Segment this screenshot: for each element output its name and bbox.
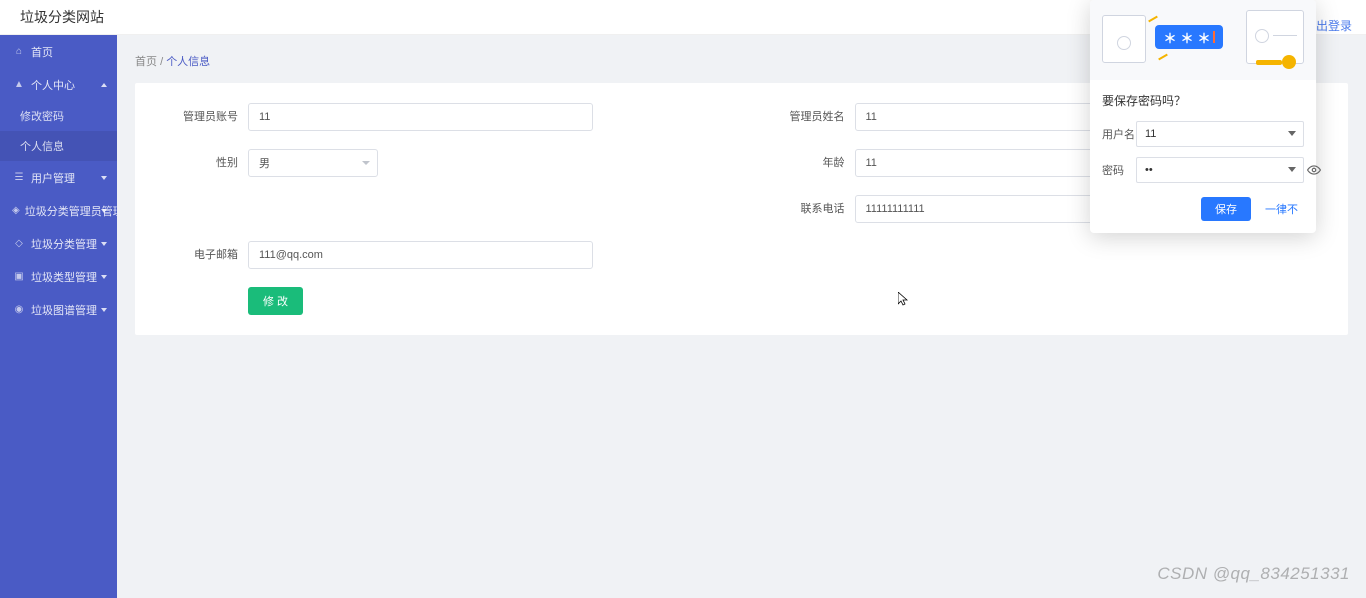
- sidebar-item-user-mgmt[interactable]: ☰ 用户管理: [0, 161, 117, 194]
- admin-account-label: 管理员账号: [135, 103, 248, 125]
- sidebar-item-type-mgmt[interactable]: ▣ 垃圾类型管理: [0, 260, 117, 293]
- admin-icon: ◈: [12, 205, 20, 216]
- password-pill: ＊＊＊: [1155, 25, 1223, 49]
- pw-pwd-input[interactable]: [1136, 157, 1304, 183]
- breadcrumb-sep: /: [160, 56, 163, 68]
- watermark: CSDN @qq_834251331: [1157, 564, 1350, 584]
- chevron-down-icon[interactable]: [1288, 131, 1296, 136]
- password-save-popup: ＊＊＊ 要保存密码吗？ 用户名 密码 保存 一律不: [1090, 0, 1316, 233]
- sidebar-item-label: 垃圾类型管理: [31, 269, 97, 285]
- logout-link[interactable]: 出登录: [1316, 17, 1352, 34]
- sidebar-item-admin-mgmt[interactable]: ◈ 垃圾分类管理员管理: [0, 194, 117, 227]
- pw-save-button[interactable]: 保存: [1201, 197, 1251, 221]
- sidebar-item-img-mgmt[interactable]: ◉ 垃圾图谱管理: [0, 293, 117, 326]
- sidebar-sub-personal-info[interactable]: 个人信息: [0, 131, 117, 161]
- sidebar-item-personal[interactable]: ▲ 个人中心: [0, 68, 117, 101]
- key-icon: [1256, 52, 1296, 70]
- admin-name-label: 管理员姓名: [742, 103, 855, 125]
- submit-button[interactable]: 修 改: [248, 287, 303, 315]
- sidebar-item-label: 垃圾图谱管理: [31, 302, 97, 318]
- breadcrumb-home[interactable]: 首页: [135, 56, 157, 68]
- breadcrumb-current: 个人信息: [166, 56, 210, 68]
- sidebar-item-label: 个人中心: [31, 77, 75, 93]
- category-icon: ◇: [12, 238, 26, 249]
- user-icon: ▲: [12, 79, 26, 90]
- sidebar-item-label: 首页: [31, 44, 53, 60]
- pw-never-button[interactable]: 一律不: [1259, 197, 1304, 221]
- email-label: 电子邮箱: [135, 241, 248, 263]
- eye-icon[interactable]: [1306, 162, 1322, 178]
- users-icon: ☰: [12, 172, 26, 183]
- sidebar-item-label: 垃圾分类管理员管理: [25, 203, 117, 219]
- gender-select[interactable]: [248, 149, 378, 177]
- age-label: 年龄: [742, 149, 855, 171]
- pw-pwd-label: 密码: [1102, 162, 1136, 178]
- sidebar: ⌂ 首页 ▲ 个人中心 修改密码 个人信息 ☰ 用户管理 ◈ 垃圾分类管理员管理…: [0, 35, 117, 598]
- sidebar-item-label: 用户管理: [31, 170, 75, 186]
- image-icon: ◉: [12, 304, 26, 315]
- pw-user-input[interactable]: [1136, 121, 1304, 147]
- sidebar-item-label: 垃圾分类管理: [31, 236, 97, 252]
- phone-label: 联系电话: [742, 195, 855, 217]
- email-input[interactable]: [248, 241, 593, 269]
- home-icon: ⌂: [12, 46, 26, 57]
- sidebar-item-cat-mgmt[interactable]: ◇ 垃圾分类管理: [0, 227, 117, 260]
- sidebar-sub-change-pwd[interactable]: 修改密码: [0, 101, 117, 131]
- app-title: 垃圾分类网站: [20, 7, 104, 27]
- admin-account-input[interactable]: [248, 103, 593, 131]
- type-icon: ▣: [12, 271, 26, 282]
- gender-label: 性别: [135, 149, 248, 171]
- chevron-down-icon[interactable]: [1288, 167, 1296, 172]
- password-illustration: ＊＊＊: [1090, 0, 1316, 80]
- password-popup-title: 要保存密码吗？: [1102, 92, 1304, 109]
- sidebar-item-home[interactable]: ⌂ 首页: [0, 35, 117, 68]
- pw-user-label: 用户名: [1102, 126, 1136, 142]
